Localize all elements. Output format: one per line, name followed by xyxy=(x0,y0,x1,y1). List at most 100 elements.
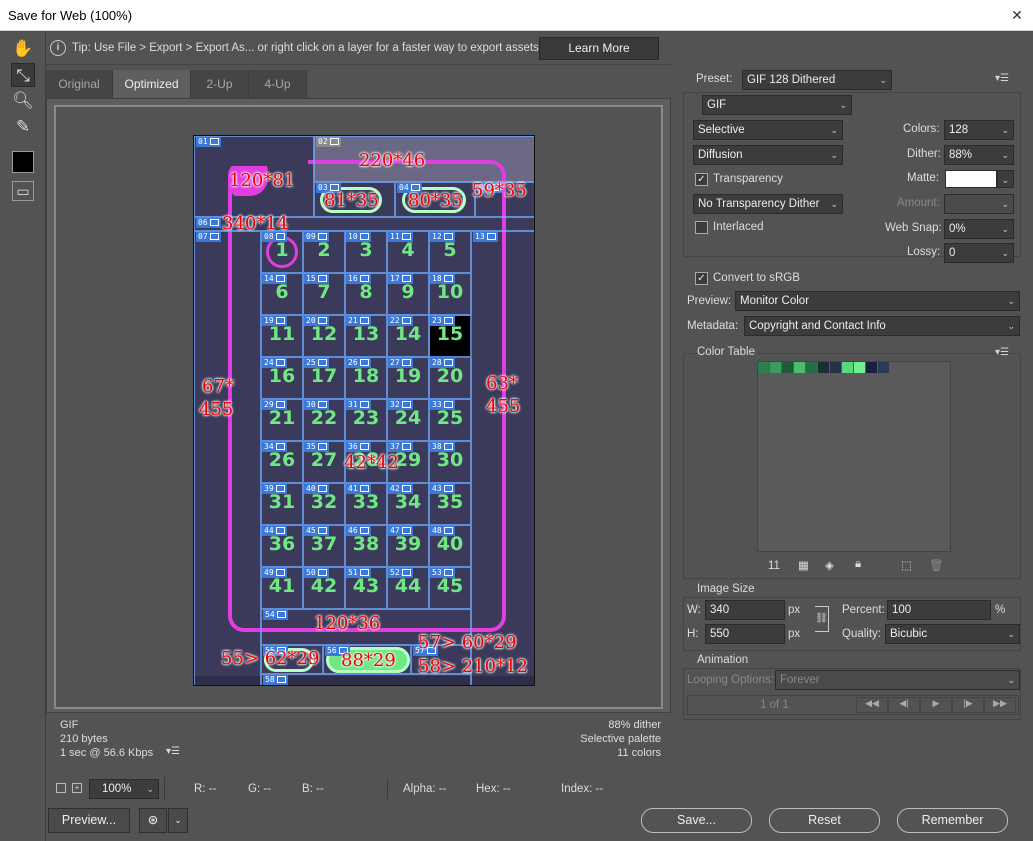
slice-select-tool-icon[interactable]: ⤡ xyxy=(11,63,35,87)
zoom-out-icon[interactable] xyxy=(56,783,66,793)
lossy-input[interactable]: 0 ⌄ xyxy=(944,243,1014,263)
color-swatch[interactable] xyxy=(830,362,841,373)
quality-select[interactable]: Bicubic ⌄ xyxy=(885,624,1020,644)
annotation: 220*46 xyxy=(359,150,426,171)
width-input[interactable]: 340 xyxy=(705,600,785,620)
preset-select[interactable]: GIF 128 Dithered ⌄ xyxy=(742,70,892,90)
slice-badge: 27 xyxy=(388,358,413,368)
image-slice-icon xyxy=(275,317,285,324)
eyedropper-color-swatch[interactable] xyxy=(12,151,34,173)
toggle-slices-icon[interactable]: ▭ xyxy=(12,181,34,201)
transparency-checkbox[interactable]: ✓ xyxy=(695,173,708,186)
new-color-icon[interactable]: ⬚ xyxy=(901,558,912,572)
dialog-buttons: Preview... ⊛ ⌄ Save... Reset Remember xyxy=(0,805,1033,841)
chevron-down-icon: ⌄ xyxy=(830,150,838,160)
color-reduction-select[interactable]: Selective ⌄ xyxy=(693,120,843,140)
chevron-down-icon: ⌄ xyxy=(1007,675,1015,685)
browser-preview-icon[interactable]: ⊛ xyxy=(139,808,167,833)
browser-menu-chevron-icon[interactable]: ⌄ xyxy=(168,808,188,833)
dither-label: Dither: xyxy=(907,148,941,160)
web-snap-input[interactable]: 0% ⌄ xyxy=(944,219,1014,239)
interlaced-checkbox[interactable] xyxy=(695,221,708,234)
metadata-select[interactable]: Copyright and Contact Info ⌄ xyxy=(744,316,1020,336)
speed-menu-icon[interactable]: ▾☰ xyxy=(166,746,180,757)
tab-optimized[interactable]: Optimized xyxy=(113,70,191,98)
percent-input[interactable]: 100 xyxy=(887,600,991,620)
colors-input[interactable]: 128 ⌄ xyxy=(944,120,1014,140)
looping-select: Forever ⌄ xyxy=(775,670,1020,690)
convert-srgb-checkbox[interactable]: ✓ xyxy=(695,272,708,285)
format-select[interactable]: GIF ⌄ xyxy=(702,95,852,115)
lock-icon[interactable]: 🔒︎ xyxy=(855,558,861,571)
slice-badge: 17 xyxy=(388,274,413,284)
next-frame-icon[interactable]: |▶ xyxy=(952,697,984,713)
color-swatch[interactable] xyxy=(818,362,829,373)
color-swatch[interactable] xyxy=(770,362,781,373)
zoom-select[interactable]: 100% ⌄ xyxy=(89,779,159,799)
matte-menu[interactable]: ⌄ xyxy=(997,170,1014,188)
optimize-menu-icon[interactable]: ▾☰ xyxy=(995,73,1009,84)
optimization-status: GIF 210 bytes 1 sec @ 56.6 Kbps ▾☰ 88% d… xyxy=(54,713,669,765)
last-frame-icon[interactable]: ▶▶ xyxy=(984,697,1016,713)
slice-badge: 11 xyxy=(388,232,413,242)
image-slice-icon xyxy=(359,527,369,534)
color-swatch[interactable] xyxy=(758,362,769,373)
tab-original[interactable]: Original xyxy=(46,70,113,98)
matte-color-swatch[interactable] xyxy=(945,170,997,188)
tip-bar: i Tip: Use File > Export > Export As... … xyxy=(46,31,671,65)
slice-badge: 31 xyxy=(346,400,371,410)
image-slice-icon xyxy=(443,317,453,324)
annotation: 81*35 xyxy=(324,190,379,211)
eyedropper-tool-icon[interactable]: ✎ xyxy=(11,115,35,139)
width-label: W: xyxy=(687,604,701,616)
trash-icon[interactable]: 🗑︎ xyxy=(929,558,944,572)
tab-4-up[interactable]: 4-Up xyxy=(249,70,307,98)
cube-icon[interactable]: ◈ xyxy=(825,558,834,572)
first-frame-icon[interactable]: ◀◀ xyxy=(856,697,888,713)
slice-badge: 01 xyxy=(196,137,221,147)
remember-button[interactable]: Remember xyxy=(897,808,1008,833)
transparency-dither-select[interactable]: No Transparency Dither ⌄ xyxy=(693,194,843,214)
slice-badge: 50 xyxy=(304,568,329,578)
learn-more-button[interactable]: Learn More xyxy=(539,37,659,60)
constrain-link-icon[interactable]: ⛓ xyxy=(815,606,829,632)
prev-frame-icon[interactable]: ◀| xyxy=(888,697,920,713)
slice-badge: 28 xyxy=(430,358,455,368)
color-table-menu-icon[interactable]: ▾☰ xyxy=(995,347,1009,358)
color-swatch[interactable] xyxy=(866,362,877,373)
annotation: 42*42 xyxy=(344,452,399,473)
preview-image[interactable]: 1 2 3 4 5 6 7 8 9 10 11 12 13 14 15 16 17 18 19 20 21 22 23 24 2… xyxy=(193,135,535,686)
dither-algorithm-select[interactable]: Diffusion ⌄ xyxy=(693,145,843,165)
slice-badge: 54 xyxy=(263,610,288,620)
reset-button[interactable]: Reset xyxy=(769,808,880,833)
preview-color-select[interactable]: Monitor Color ⌄ xyxy=(735,291,1020,311)
width-unit: px xyxy=(788,604,801,616)
slice-badge: 24 xyxy=(262,358,287,368)
save-button[interactable]: Save... xyxy=(641,808,752,833)
color-swatch[interactable] xyxy=(854,362,865,373)
web-shift-icon[interactable]: ▦ xyxy=(798,558,809,572)
color-swatch[interactable] xyxy=(794,362,805,373)
slice-badge: 15 xyxy=(304,274,329,284)
color-table-grid[interactable] xyxy=(757,361,951,552)
play-icon[interactable]: ▶ xyxy=(920,697,952,713)
dither-input[interactable]: 88% ⌄ xyxy=(944,145,1014,165)
image-slice-icon xyxy=(359,359,369,366)
image-slice-icon xyxy=(329,138,339,145)
image-slice-icon xyxy=(401,317,411,324)
tab-2-up[interactable]: 2-Up xyxy=(191,70,249,98)
color-swatch[interactable] xyxy=(782,362,793,373)
slice-badge: 26 xyxy=(346,358,371,368)
hand-tool-icon[interactable]: ✋ xyxy=(11,37,35,61)
tip-text: Tip: Use File > Export > Export As... or… xyxy=(72,42,539,54)
colors-label: Colors: xyxy=(903,123,940,135)
zoom-in-icon[interactable]: + xyxy=(72,783,82,793)
color-swatch[interactable] xyxy=(842,362,853,373)
color-swatch[interactable] xyxy=(806,362,817,373)
preview-button[interactable]: Preview... xyxy=(48,808,130,833)
color-swatch[interactable] xyxy=(878,362,889,373)
frame-counter: 1 of 1 xyxy=(760,699,789,711)
close-icon[interactable]: ✕ xyxy=(1007,6,1027,24)
zoom-tool-icon[interactable]: 🔍︎ xyxy=(11,89,35,113)
height-input[interactable]: 550 xyxy=(705,624,785,644)
